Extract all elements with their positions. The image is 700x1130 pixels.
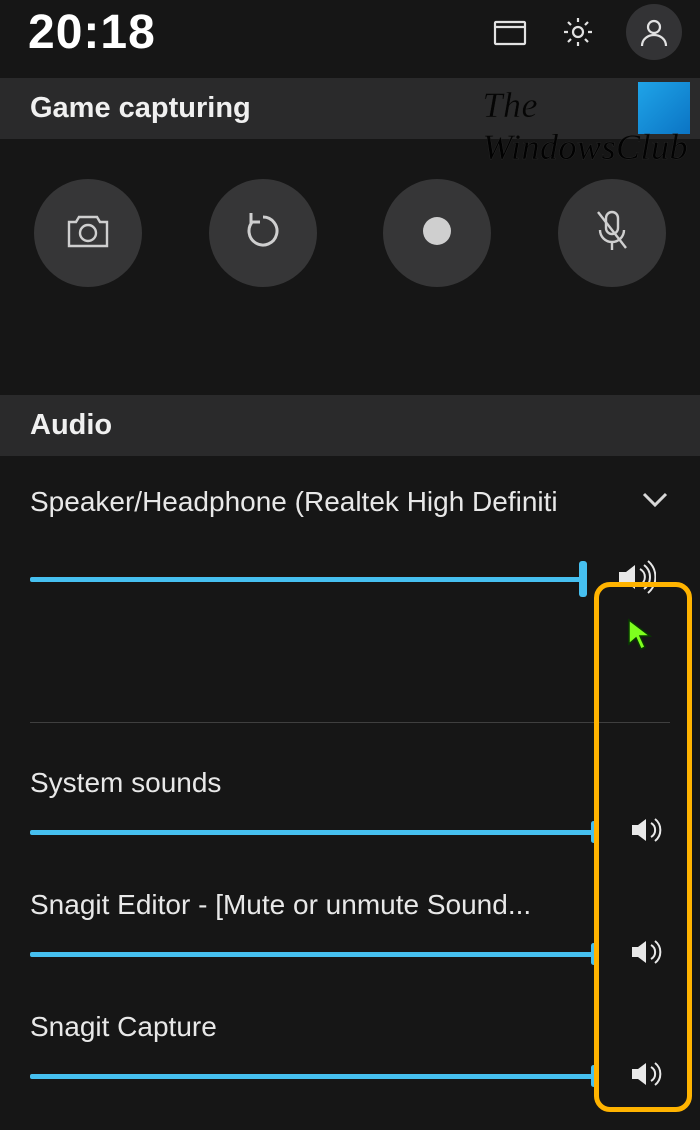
chevron-down-icon xyxy=(640,490,670,515)
replay-button[interactable] xyxy=(209,179,317,287)
camera-icon xyxy=(65,212,111,255)
capture-button-row xyxy=(0,139,700,347)
app-mute-button[interactable] xyxy=(624,1053,670,1099)
app-volume-label: Snagit Capture xyxy=(30,1011,590,1043)
app-mute-button[interactable] xyxy=(624,931,670,977)
person-icon[interactable] xyxy=(626,4,682,60)
section-header-capture: Game capturing xyxy=(0,78,700,139)
output-device-label: Speaker/Headphone (Realtek High Definiti xyxy=(30,486,558,518)
record-icon xyxy=(420,214,454,253)
mic-off-icon xyxy=(592,208,632,259)
device-volume-slider[interactable] xyxy=(30,577,585,582)
clock: 20:18 xyxy=(28,5,156,60)
device-volume-block xyxy=(30,556,670,723)
volume-icon xyxy=(616,560,656,599)
app-volume-slider[interactable] xyxy=(30,952,596,957)
slider-thumb[interactable] xyxy=(591,821,596,843)
volume-icon xyxy=(629,815,665,850)
gear-icon[interactable] xyxy=(558,12,598,52)
volume-icon xyxy=(629,1059,665,1094)
app-volume-slider[interactable] xyxy=(30,1074,596,1079)
app-volume-label: System sounds xyxy=(30,767,590,799)
app-volume-slider[interactable] xyxy=(30,830,596,835)
app-mute-button[interactable] xyxy=(624,809,670,855)
replay-icon xyxy=(241,209,285,258)
slider-thumb[interactable] xyxy=(579,561,587,597)
app-volume-block: System sounds xyxy=(30,767,670,855)
slider-thumb[interactable] xyxy=(591,943,596,965)
app-volume-block: Snagit Editor - [Mute or unmute Sound... xyxy=(30,889,670,977)
folder-icon[interactable] xyxy=(490,12,530,52)
audio-panel: Speaker/Headphone (Realtek High Definiti xyxy=(0,456,700,1099)
output-device-row[interactable]: Speaker/Headphone (Realtek High Definiti xyxy=(30,486,670,518)
header-bar: 20:18 xyxy=(0,0,700,78)
screenshot-button[interactable] xyxy=(34,179,142,287)
slider-thumb[interactable] xyxy=(591,1065,596,1087)
section-header-audio: Audio xyxy=(0,395,700,456)
volume-icon xyxy=(629,937,665,972)
header-icon-group xyxy=(490,4,682,60)
mic-toggle-button[interactable] xyxy=(558,179,666,287)
app-volume-label: Snagit Editor - [Mute or unmute Sound... xyxy=(30,889,590,921)
record-button[interactable] xyxy=(383,179,491,287)
device-mute-button[interactable] xyxy=(613,556,659,602)
app-volume-block: Snagit Capture xyxy=(30,1011,670,1099)
divider xyxy=(30,722,670,723)
